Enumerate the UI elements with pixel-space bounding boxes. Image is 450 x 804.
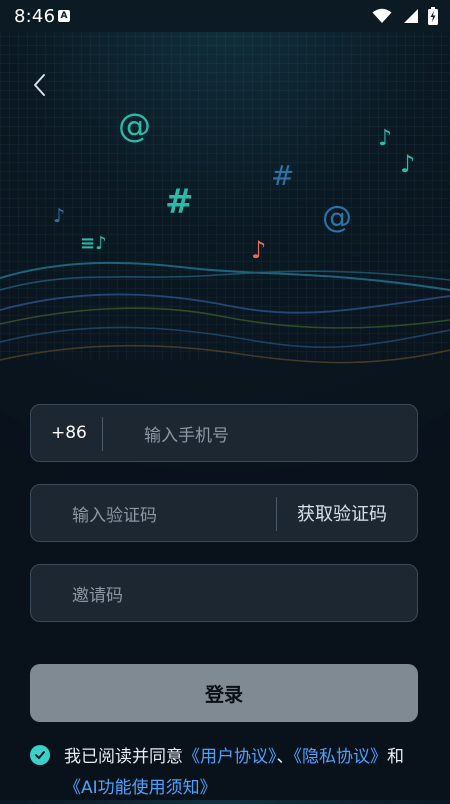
agreement-separator: 、 xyxy=(276,747,294,767)
hash-symbol-decoration: # xyxy=(271,159,295,192)
country-code-selector[interactable]: +86 xyxy=(51,405,87,461)
chevron-left-icon xyxy=(34,74,45,96)
phone-input[interactable]: 输入手机号 xyxy=(144,405,229,461)
music-note-decoration: ♪ xyxy=(53,205,66,227)
field-divider xyxy=(102,417,103,451)
notification-badge-icon: A xyxy=(58,10,70,22)
status-bar: 8:46 A xyxy=(0,0,450,32)
agreement-prefix: 我已阅读并同意 xyxy=(64,747,183,767)
hash-symbol-decoration: # xyxy=(165,182,194,222)
sound-waves-decoration xyxy=(0,261,450,364)
status-time: 8:46 xyxy=(14,6,56,27)
at-symbol-decoration: @ xyxy=(118,106,151,145)
checkmark-icon xyxy=(35,751,45,759)
signal-icon xyxy=(404,9,418,23)
music-note-decoration: ♪ xyxy=(400,150,416,178)
at-symbol-decoration: @ xyxy=(322,200,352,235)
battery-charging-icon xyxy=(428,7,438,25)
privacy-policy-link[interactable]: 《隐私协议》 xyxy=(294,747,388,767)
invite-code-input[interactable]: 邀请码 xyxy=(72,565,123,621)
user-agreement-link[interactable]: 《用户协议》 xyxy=(183,747,277,767)
login-button[interactable]: 登录 xyxy=(30,664,418,722)
agreement-text: 我已阅读并同意《用户协议》、《隐私协议》和《AI功能使用须知》 xyxy=(64,742,424,804)
back-button[interactable] xyxy=(28,70,54,100)
invite-code-field[interactable]: 邀请码 xyxy=(30,564,418,622)
agreement-conjunction: 和 xyxy=(387,747,404,767)
ai-notice-link[interactable]: 《AI功能使用须知》 xyxy=(64,778,217,798)
verification-code-input[interactable]: 输入验证码 xyxy=(72,485,157,541)
get-code-button[interactable]: 获取验证码 xyxy=(297,485,387,541)
verification-code-field[interactable]: 输入验证码 获取验证码 xyxy=(30,484,418,542)
field-divider xyxy=(276,497,277,531)
agreement-checkbox[interactable] xyxy=(30,745,50,765)
status-icons xyxy=(372,7,438,25)
music-note-decoration: ♪ xyxy=(378,126,393,151)
phone-field[interactable]: +86 输入手机号 xyxy=(30,404,418,462)
wifi-icon xyxy=(372,8,392,23)
